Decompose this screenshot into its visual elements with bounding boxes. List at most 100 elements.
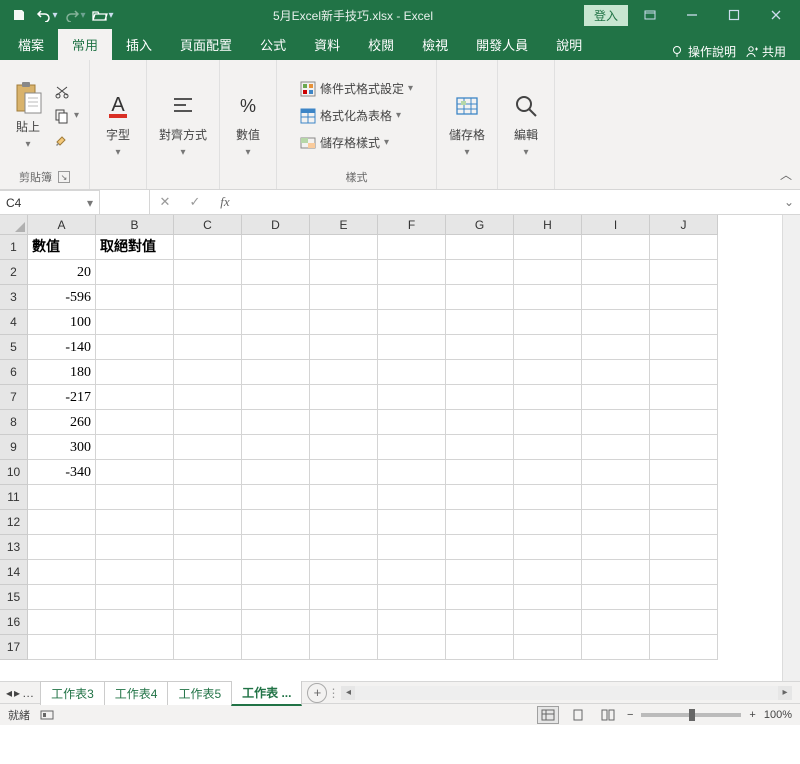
cell[interactable]: 數值 <box>28 235 96 260</box>
view-page-layout-button[interactable] <box>567 706 589 724</box>
tab-help[interactable]: 說明 <box>542 29 596 60</box>
sheet-tab[interactable]: 工作表5 <box>167 681 232 705</box>
vertical-scrollbar[interactable] <box>782 215 800 681</box>
cell[interactable]: 260 <box>28 410 96 435</box>
col-header-g[interactable]: G <box>446 215 514 235</box>
row-header[interactable]: 14 <box>0 560 28 585</box>
alignment-button[interactable]: 對齊方式▾ <box>155 86 211 162</box>
view-page-break-button[interactable] <box>597 706 619 724</box>
zoom-level[interactable]: 100% <box>764 709 792 721</box>
number-button[interactable]: % 數值▾ <box>228 86 268 162</box>
tab-view[interactable]: 檢視 <box>408 29 462 60</box>
minimize-button[interactable] <box>672 2 712 28</box>
format-painter-button[interactable] <box>52 130 81 150</box>
cells-button[interactable]: 儲存格▾ <box>445 86 489 162</box>
name-box[interactable]: C4▾ <box>0 190 100 214</box>
formula-input[interactable] <box>240 190 778 214</box>
row-header[interactable]: 7 <box>0 385 28 410</box>
cell[interactable]: -140 <box>28 335 96 360</box>
row-header[interactable]: 16 <box>0 610 28 635</box>
tab-developer[interactable]: 開發人員 <box>462 29 542 60</box>
horizontal-scrollbar[interactable]: ◂▸ <box>341 686 792 700</box>
row-header[interactable]: 3 <box>0 285 28 310</box>
row-header[interactable]: 13 <box>0 535 28 560</box>
title-controls: 登入 <box>584 2 800 28</box>
col-header-b[interactable]: B <box>96 215 174 235</box>
tab-formulas[interactable]: 公式 <box>246 29 300 60</box>
row-header[interactable]: 10 <box>0 460 28 485</box>
row-header[interactable]: 15 <box>0 585 28 610</box>
tab-insert[interactable]: 插入 <box>112 29 166 60</box>
cell-styles-button[interactable]: 儲存格樣式▾ <box>298 132 391 153</box>
row-header[interactable]: 12 <box>0 510 28 535</box>
col-header-c[interactable]: C <box>174 215 242 235</box>
tab-page-layout[interactable]: 頁面配置 <box>166 29 246 60</box>
expand-formula-bar-button[interactable]: ⌄ <box>778 190 800 214</box>
zoom-slider[interactable] <box>641 713 741 717</box>
macro-record-icon[interactable] <box>40 709 54 721</box>
cell[interactable]: 取絕對值 <box>96 235 174 260</box>
copy-button[interactable]: ▾ <box>52 106 81 126</box>
cells[interactable]: 數值取絕對值 20 -596 100 -140 180 -217 260 300… <box>28 235 782 663</box>
formula-bar: C4▾ ✕ ✓ fx ⌄ <box>0 190 800 215</box>
row-header[interactable]: 8 <box>0 410 28 435</box>
save-button[interactable] <box>6 2 32 28</box>
clipboard-dialog-launcher[interactable]: ↘ <box>58 171 70 183</box>
enter-formula-button[interactable]: ✓ <box>180 190 210 214</box>
col-header-h[interactable]: H <box>514 215 582 235</box>
row-header[interactable]: 2 <box>0 260 28 285</box>
view-normal-button[interactable] <box>537 706 559 724</box>
status-ready: 就緒 <box>8 707 30 723</box>
row-header[interactable]: 11 <box>0 485 28 510</box>
font-button[interactable]: A 字型▾ <box>98 86 138 162</box>
sheet-nav[interactable]: ◂▸… <box>0 686 40 700</box>
tab-file[interactable]: 檔案 <box>4 29 58 60</box>
share-button[interactable]: 共用 <box>744 43 786 60</box>
row-header[interactable]: 5 <box>0 335 28 360</box>
row-header[interactable]: 9 <box>0 435 28 460</box>
select-all-button[interactable] <box>0 215 28 235</box>
zoom-out-button[interactable]: − <box>627 709 633 721</box>
close-button[interactable] <box>756 2 796 28</box>
col-header-f[interactable]: F <box>378 215 446 235</box>
col-header-i[interactable]: I <box>582 215 650 235</box>
paste-button[interactable]: 貼上▾ <box>8 78 48 154</box>
cut-button[interactable] <box>52 82 81 102</box>
cell[interactable]: 100 <box>28 310 96 335</box>
editing-button[interactable]: 編輯▾ <box>506 86 546 162</box>
cell[interactable]: 300 <box>28 435 96 460</box>
cell[interactable]: 180 <box>28 360 96 385</box>
cell[interactable]: -596 <box>28 285 96 310</box>
col-header-j[interactable]: J <box>650 215 718 235</box>
ribbon-options-button[interactable] <box>630 2 670 28</box>
cell[interactable]: -340 <box>28 460 96 485</box>
login-button[interactable]: 登入 <box>584 5 628 26</box>
cell[interactable]: -217 <box>28 385 96 410</box>
sheet-tab-active[interactable]: 工作表 ... <box>231 680 302 706</box>
col-header-e[interactable]: E <box>310 215 378 235</box>
collapse-ribbon-button[interactable]: ︿ <box>780 166 792 183</box>
sheet-tab[interactable]: 工作表3 <box>40 681 105 705</box>
col-header-d[interactable]: D <box>242 215 310 235</box>
undo-button[interactable]: ▾ <box>34 2 60 28</box>
row-header[interactable]: 17 <box>0 635 28 660</box>
open-button[interactable]: ▾ <box>90 2 116 28</box>
tab-review[interactable]: 校閱 <box>354 29 408 60</box>
new-sheet-button[interactable]: + <box>307 683 327 703</box>
tell-me-button[interactable]: 操作說明 <box>670 43 736 60</box>
insert-function-button[interactable]: fx <box>210 190 240 214</box>
zoom-in-button[interactable]: + <box>749 709 755 721</box>
tab-home[interactable]: 常用 <box>58 29 112 60</box>
conditional-formatting-button[interactable]: 條件式格式設定▾ <box>298 78 415 99</box>
redo-button[interactable]: ▾ <box>62 2 88 28</box>
col-header-a[interactable]: A <box>28 215 96 235</box>
format-as-table-button[interactable]: 格式化為表格▾ <box>298 105 403 126</box>
tab-data[interactable]: 資料 <box>300 29 354 60</box>
row-header[interactable]: 1 <box>0 235 28 260</box>
cell[interactable]: 20 <box>28 260 96 285</box>
maximize-button[interactable] <box>714 2 754 28</box>
row-header[interactable]: 6 <box>0 360 28 385</box>
row-header[interactable]: 4 <box>0 310 28 335</box>
cancel-formula-button[interactable]: ✕ <box>150 190 180 214</box>
sheet-tab[interactable]: 工作表4 <box>104 681 169 705</box>
